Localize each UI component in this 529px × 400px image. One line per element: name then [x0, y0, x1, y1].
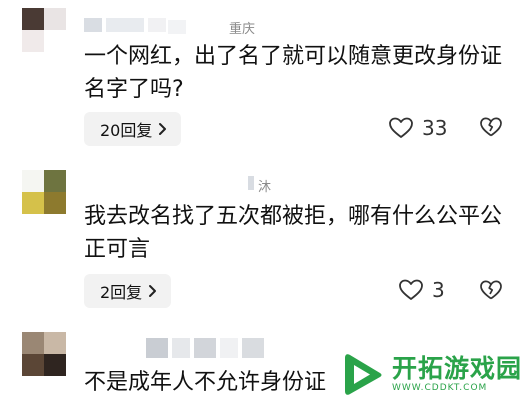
dislike-button[interactable] [479, 116, 503, 142]
reply-count-label: 2回复 [100, 283, 143, 302]
comment-text: 不是成年人不允许身份证 [84, 370, 327, 395]
reply-button[interactable]: 20回复 [84, 112, 182, 146]
comment-1: 重庆 一个网红，出了名了就可以随意更改身份证名字了吗? 20回复 33 [0, 0, 529, 160]
user-region: 重庆 [229, 22, 256, 37]
chevron-right-icon [158, 122, 167, 136]
like-count: 33 [422, 116, 448, 140]
heart-icon [389, 117, 413, 138]
heart-icon [399, 279, 423, 300]
comment-2: 沐 我去改名找了五次都被拒，哪有什么公平公正可言 2回复 3 [0, 160, 529, 320]
username-blurred-tail [168, 20, 190, 34]
play-logo-icon [345, 354, 382, 395]
comment-text: 我去改名找了五次都被拒，哪有什么公平公正可言 [84, 204, 503, 262]
avatar[interactable] [22, 8, 66, 52]
dislike-button[interactable] [479, 279, 503, 305]
watermark-url: WWW.CDDKT.COM [392, 383, 488, 393]
reply-count-label: 20回复 [100, 121, 153, 140]
like-count: 3 [432, 278, 445, 302]
watermark-title: 开拓游戏园 [392, 354, 523, 383]
broken-heart-icon [480, 280, 502, 300]
user-region: 沐 [258, 180, 272, 195]
comment-text: 一个网红，出了名了就可以随意更改身份证名字了吗? [84, 44, 503, 102]
like-button[interactable]: 33 [388, 116, 447, 140]
username-blurred[interactable] [248, 176, 258, 190]
username-blurred[interactable] [84, 18, 170, 32]
like-button[interactable]: 3 [398, 278, 445, 302]
username-blurred[interactable] [146, 338, 268, 358]
chevron-right-icon [148, 284, 157, 298]
broken-heart-icon [480, 117, 502, 137]
reply-button[interactable]: 2回复 [84, 274, 172, 308]
site-watermark: 开拓游戏园 WWW.CDDKT.COM [340, 348, 529, 400]
avatar[interactable] [22, 170, 66, 214]
avatar[interactable] [22, 332, 66, 376]
